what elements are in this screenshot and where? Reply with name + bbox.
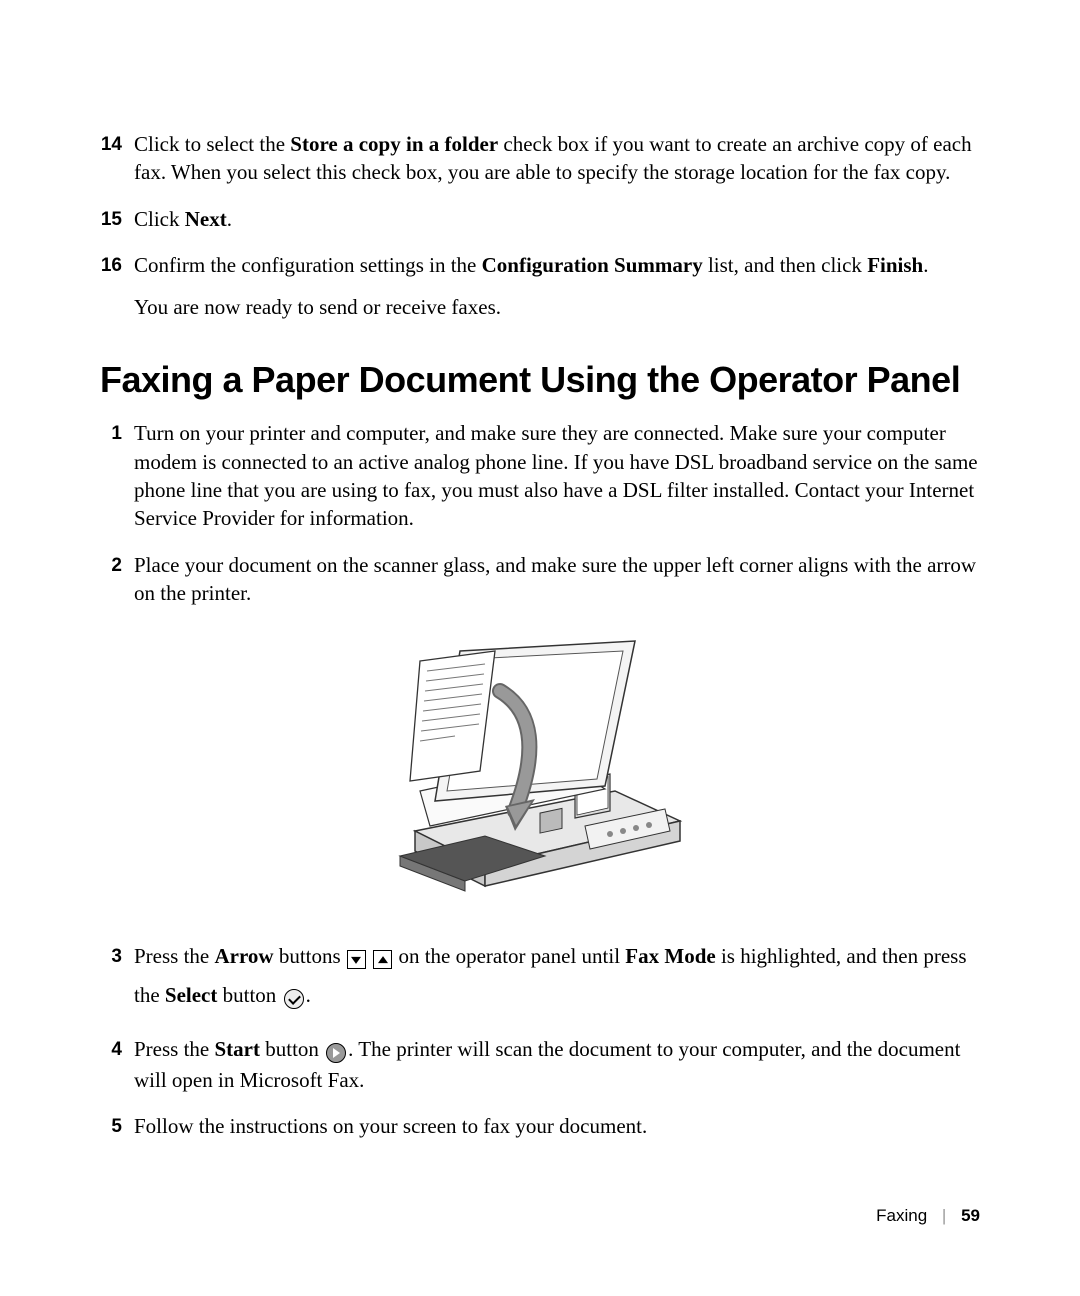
step-5: 5 Follow the instructions on your screen…	[100, 1112, 980, 1140]
select-check-icon	[282, 981, 306, 1017]
step-3: 3 Press the Arrow buttons on the operato…	[100, 939, 980, 1016]
step-4: 4 Press the Start button . The printer w…	[100, 1035, 980, 1095]
step-number: 3	[100, 941, 122, 973]
start-play-icon	[324, 1038, 348, 1066]
manual-page: 14 Click to select the Store a copy in a…	[0, 0, 1080, 1296]
arrow-up-icon	[372, 942, 393, 978]
step-list-continued: 14 Click to select the Store a copy in a…	[100, 130, 980, 322]
step-list-continued-2: 3 Press the Arrow buttons on the operato…	[100, 939, 980, 1140]
step-14: 14 Click to select the Store a copy in a…	[100, 130, 980, 187]
step-number: 4	[100, 1037, 122, 1063]
step-number: 16	[100, 253, 122, 279]
arrow-down-icon	[346, 942, 367, 978]
footer-page-number: 59	[961, 1206, 980, 1225]
step-body: Follow the instructions on your screen t…	[134, 1114, 647, 1138]
step-body: Click to select the Store a copy in a fo…	[134, 132, 972, 184]
step-15: 15 Click Next.	[100, 205, 980, 233]
step-body: Confirm the configuration settings in th…	[134, 253, 928, 277]
step-number: 1	[100, 421, 122, 447]
step-16: 16 Confirm the configuration settings in…	[100, 251, 980, 322]
step-number: 14	[100, 132, 122, 158]
step-1: 1 Turn on your printer and computer, and…	[100, 419, 980, 532]
step-number: 2	[100, 553, 122, 579]
step-body: Click Next.	[134, 207, 232, 231]
footer-separator: |	[942, 1206, 946, 1225]
step-note: You are now ready to send or receive fax…	[134, 293, 980, 321]
printer-svg	[385, 631, 695, 911]
step-number: 15	[100, 207, 122, 233]
step-body: Press the Arrow buttons on the operator …	[134, 944, 967, 1007]
page-footer: Faxing | 59	[876, 1206, 980, 1226]
step-2: 2 Place your document on the scanner gla…	[100, 551, 980, 608]
footer-section: Faxing	[876, 1206, 927, 1225]
step-body: Press the Start button . The printer wil…	[134, 1037, 960, 1092]
step-list-new: 1 Turn on your printer and computer, and…	[100, 419, 980, 607]
step-body: Turn on your printer and computer, and m…	[134, 421, 978, 530]
step-body: Place your document on the scanner glass…	[134, 553, 976, 605]
section-heading: Faxing a Paper Document Using the Operat…	[100, 360, 980, 400]
step-number: 5	[100, 1114, 122, 1140]
printer-illustration	[100, 631, 980, 911]
